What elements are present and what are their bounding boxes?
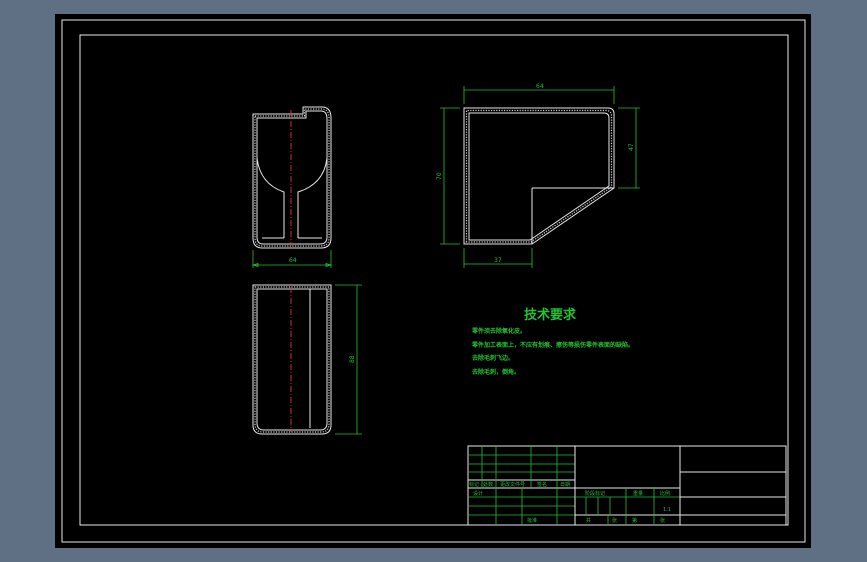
top-height-text: 70 — [436, 172, 443, 180]
requirement-2: 零件加工表面上，不应有划痕、擦伤等损伤零件表面的缺陷。 — [471, 341, 634, 349]
requirements-title: 技术要求 — [524, 307, 577, 323]
side-dim-text: 88 — [349, 355, 356, 363]
requirement-3: 去除毛刺飞边。 — [472, 354, 514, 362]
tb-label-chushu: 处数 — [483, 481, 493, 488]
tb-label-zhang2: 张 — [660, 517, 665, 524]
front-dim-text: 64 — [289, 257, 297, 264]
drawing-canvas: 64 64 70 47 37 88 技术要求 零件须去除氧化皮。 零件加工表面上… — [55, 14, 811, 548]
top-width-text: 64 — [536, 83, 544, 90]
tb-label-biaoji: 标记 — [469, 481, 479, 488]
tb-label-di: 第 — [632, 517, 637, 524]
requirement-1: 零件须去除氧化皮。 — [471, 327, 526, 335]
top-right-text: 47 — [628, 143, 635, 151]
tb-label-jieduan: 阶段标记 — [585, 490, 605, 497]
tb-label-riqi: 日期 — [560, 482, 570, 488]
tb-label-zhongliang: 重量 — [633, 490, 643, 497]
requirement-4: 去除毛刺，倒角。 — [472, 368, 520, 376]
top-bottom-text: 37 — [494, 257, 502, 264]
tb-label-bili: 比例 — [660, 490, 670, 497]
tb-label-zhang: 张 — [612, 517, 617, 524]
cad-viewport[interactable]: 64 64 70 47 37 88 技术要求 零件须去除氧化皮。 零件加工表面上… — [0, 0, 867, 562]
tb-scale-value: 1:1 — [663, 507, 671, 513]
drawing-background — [55, 14, 811, 548]
tb-label-sheji: 设计 — [473, 490, 483, 497]
tb-label-pizhun: 批准 — [527, 517, 537, 524]
tb-label-gong: 共 — [586, 517, 591, 524]
tb-label-qianming: 签名 — [537, 481, 547, 488]
tb-label-fenqu: 更改文件号 — [500, 481, 525, 488]
